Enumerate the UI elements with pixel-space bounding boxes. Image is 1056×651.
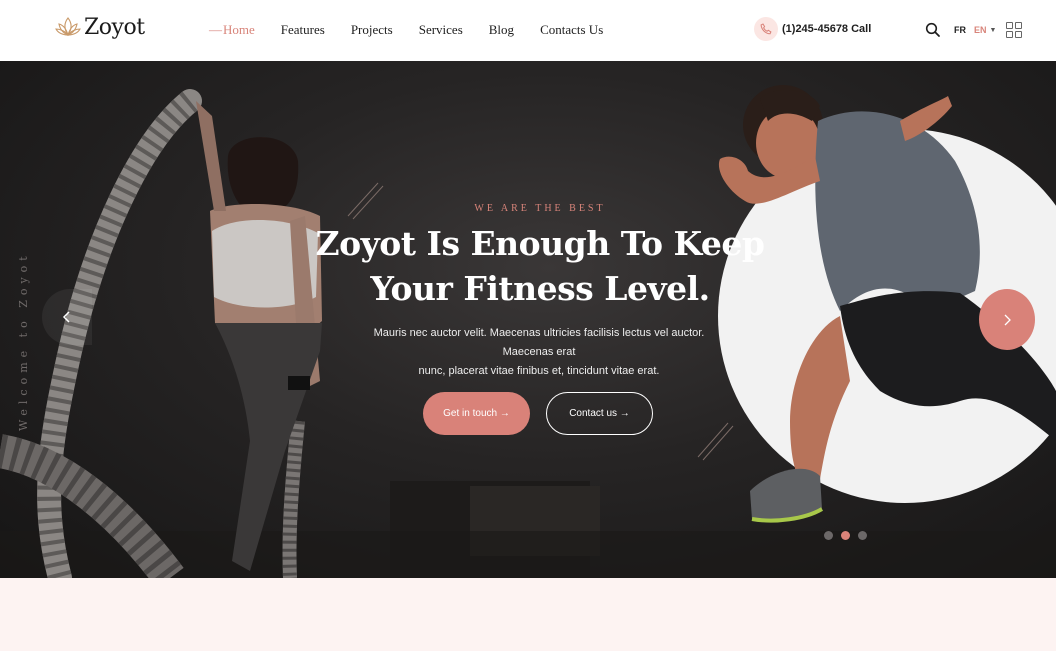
hero-title-line-1: Zoyot Is Enough To Keep <box>315 224 765 263</box>
hero-slider: Welcome to Zoyot WE ARE THE BEST Zoyot I… <box>0 61 1056 578</box>
slider-next-button[interactable] <box>979 289 1035 350</box>
slider-dot-1[interactable] <box>824 531 833 540</box>
slider-dots <box>824 531 875 540</box>
get-in-touch-button[interactable]: Get in touch → <box>423 392 530 435</box>
slider-dot-3[interactable] <box>858 531 867 540</box>
phone-number: (1)245-45678 Call <box>782 23 872 35</box>
slider-prev-button[interactable] <box>42 289 92 345</box>
hero-background-image <box>0 85 1056 578</box>
lotus-logo-icon <box>55 17 81 36</box>
hero-description-line-1: Mauris nec auctor velit. Maecenas ultric… <box>373 327 705 358</box>
chevron-left-icon <box>62 311 70 323</box>
phone-contact[interactable]: (1)245-45678 Call <box>754 17 871 41</box>
phone-icon <box>754 17 778 41</box>
slider-dot-2[interactable] <box>841 531 850 540</box>
grid-menu-icon[interactable] <box>1006 22 1022 38</box>
nav-projects[interactable]: Projects <box>351 22 393 38</box>
hero-title-line-2: Your Fitness Level. <box>370 269 710 308</box>
chevron-down-icon[interactable]: ▼ <box>990 27 997 34</box>
logo[interactable]: Zoyot <box>55 14 145 40</box>
language-en[interactable]: EN <box>974 25 987 35</box>
brand-name: Zoyot <box>84 14 145 40</box>
chevron-right-icon <box>1004 314 1011 325</box>
contact-us-button[interactable]: Contact us → <box>546 392 653 435</box>
nav-blog[interactable]: Blog <box>489 22 514 38</box>
hero-description-line-2: nunc, placerat vitae finibus et, tincidu… <box>418 365 660 377</box>
hero-description: Mauris nec auctor velit. Maecenas ultric… <box>350 324 728 381</box>
nav-contacts[interactable]: Contacts Us <box>540 22 603 38</box>
main-nav: Home Features Projects Services Blog Con… <box>209 22 629 38</box>
language-switcher: FR EN ▼ <box>954 25 996 35</box>
nav-home[interactable]: Home <box>209 22 255 38</box>
site-header: Zoyot Home Features Projects Services Bl… <box>0 0 1056 61</box>
nav-features[interactable]: Features <box>281 22 325 38</box>
hero-title: Zoyot Is Enough To Keep Your Fitness Lev… <box>0 221 1056 311</box>
language-fr[interactable]: FR <box>954 25 966 35</box>
search-icon[interactable] <box>925 22 941 38</box>
next-section-band <box>0 578 1056 651</box>
nav-services[interactable]: Services <box>419 22 463 38</box>
hero-eyebrow: WE ARE THE BEST <box>474 203 606 214</box>
